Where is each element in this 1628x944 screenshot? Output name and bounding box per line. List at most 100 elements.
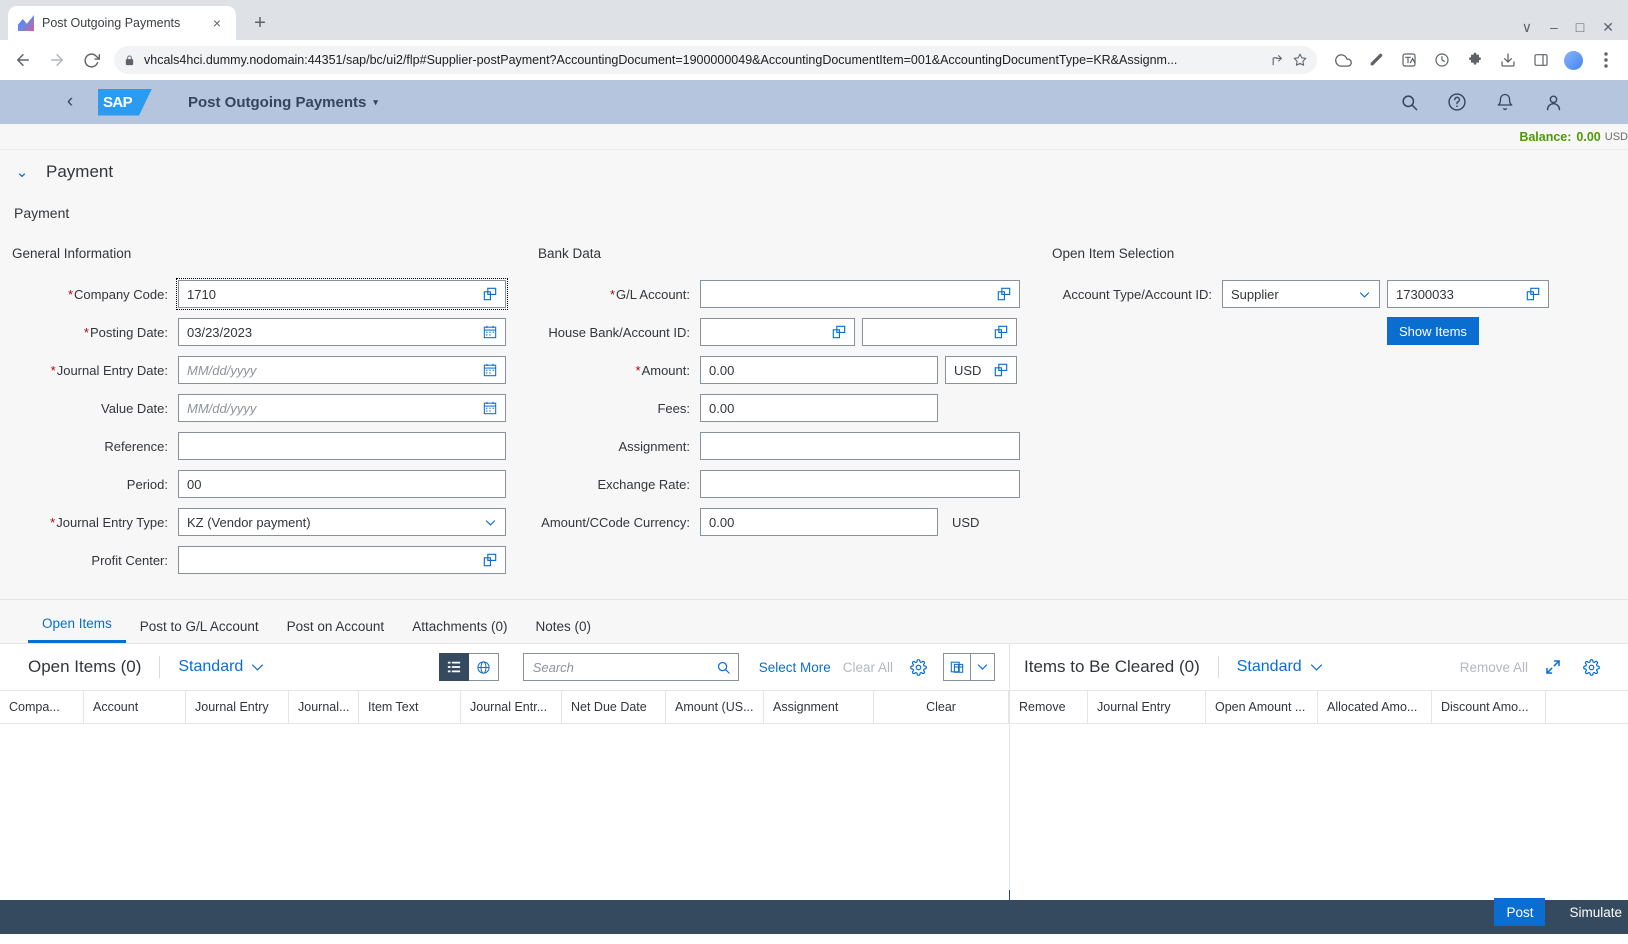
fees-input[interactable]: 0.00: [700, 394, 938, 422]
chevron-down-icon[interactable]: ⌄: [14, 163, 30, 181]
open-items-variant-selector[interactable]: Standard: [178, 658, 264, 676]
chevron-down-icon[interactable]: [1355, 288, 1373, 301]
tab-open-items[interactable]: Open Items: [28, 616, 126, 643]
translate-icon[interactable]: [1399, 49, 1419, 71]
value-date-input[interactable]: MM/dd/yyyy: [178, 394, 506, 422]
chevron-down-icon[interactable]: [971, 653, 995, 681]
amount-input[interactable]: 0.00: [700, 356, 938, 384]
value-help-icon[interactable]: [995, 287, 1013, 301]
address-bar[interactable]: vhcals4hci.dummy.nodomain:44351/sap/bc/u…: [114, 46, 1317, 74]
list-view-icon[interactable]: [438, 653, 469, 681]
column-header-item-text[interactable]: Item Text: [359, 691, 461, 723]
calendar-icon[interactable]: [481, 401, 499, 415]
shell-title[interactable]: Post Outgoing Payments ▾: [188, 94, 378, 111]
tab-post-to-gl-account[interactable]: Post to G/L Account: [126, 619, 273, 643]
value-help-icon[interactable]: [1524, 287, 1542, 301]
column-header-assignment[interactable]: Assignment: [764, 691, 874, 723]
tab-post-on-account[interactable]: Post on Account: [273, 619, 399, 643]
profit-center-input[interactable]: [178, 546, 506, 574]
value-help-icon[interactable]: [992, 363, 1010, 377]
account-type-select[interactable]: Supplier: [1222, 280, 1380, 308]
gear-icon[interactable]: [905, 654, 931, 680]
column-header-allocated-amount[interactable]: Allocated Amo...: [1318, 691, 1432, 723]
house-bank-input[interactable]: [700, 318, 855, 346]
journal-entry-type-select[interactable]: KZ (Vendor payment): [178, 508, 506, 536]
value-help-icon[interactable]: [481, 553, 499, 567]
help-icon[interactable]: [1446, 91, 1468, 113]
account-id-value-input[interactable]: 17300033: [1387, 280, 1549, 308]
sap-logo-text: SAP: [103, 93, 133, 111]
column-header-net-due-date[interactable]: Net Due Date: [562, 691, 666, 723]
column-header-open-amount[interactable]: Open Amount ...: [1206, 691, 1318, 723]
close-window-icon[interactable]: ✕: [1602, 20, 1614, 34]
chevron-down-icon[interactable]: ▾: [373, 97, 378, 108]
posting-date-input[interactable]: 03/23/2023: [178, 318, 506, 346]
show-items-button[interactable]: Show Items: [1387, 317, 1479, 345]
column-header-amount-usd[interactable]: Amount (US...: [666, 691, 764, 723]
clock-history-icon[interactable]: [1432, 49, 1452, 71]
select-more-button[interactable]: Select More: [759, 660, 831, 675]
calendar-icon[interactable]: [481, 325, 499, 339]
post-button[interactable]: Post: [1494, 898, 1546, 926]
chevron-down-icon[interactable]: [1310, 663, 1323, 672]
account-id-input[interactable]: [862, 318, 1017, 346]
calendar-icon[interactable]: [481, 363, 499, 377]
user-account-icon[interactable]: [1542, 91, 1564, 113]
maximize-icon[interactable]: □: [1576, 20, 1584, 34]
search-icon[interactable]: [1398, 91, 1420, 113]
share-icon[interactable]: [1271, 54, 1284, 67]
simulate-button[interactable]: Simulate: [1563, 905, 1628, 920]
browser-tab[interactable]: Post Outgoing Payments ×: [8, 6, 236, 40]
expand-fullscreen-icon[interactable]: [1540, 654, 1566, 680]
gear-icon[interactable]: [1578, 654, 1604, 680]
new-tab-button[interactable]: +: [246, 9, 274, 37]
globe-view-icon[interactable]: [468, 653, 499, 681]
amount-ccode-input[interactable]: 0.00: [700, 508, 938, 536]
amount-currency-input[interactable]: USD: [945, 356, 1017, 384]
column-header-journal-entry[interactable]: Journal Entry: [1088, 691, 1206, 723]
shell-back-button[interactable]: ‹: [56, 88, 84, 116]
company-code-input[interactable]: 1710: [176, 278, 508, 310]
cloud-icon[interactable]: [1333, 49, 1353, 71]
search-icon[interactable]: [716, 660, 731, 675]
exchange-rate-input[interactable]: [700, 470, 1020, 498]
gl-account-input[interactable]: [700, 280, 1020, 308]
more-menu-icon[interactable]: [1596, 49, 1616, 71]
journal-entry-date-input[interactable]: MM/dd/yyyy: [178, 356, 506, 384]
value-help-icon[interactable]: [830, 325, 848, 339]
profile-avatar-icon[interactable]: [1564, 50, 1583, 70]
column-header-journal-entry[interactable]: Journal Entry: [186, 691, 289, 723]
assignment-input[interactable]: [700, 432, 1020, 460]
payment-section-header[interactable]: ⌄ Payment: [0, 150, 1628, 194]
sidebar-icon[interactable]: [1531, 49, 1551, 71]
value-help-icon[interactable]: [481, 287, 499, 301]
minimize-icon[interactable]: –: [1550, 20, 1558, 34]
tab-attachments[interactable]: Attachments (0): [398, 619, 521, 643]
items-cleared-variant-selector[interactable]: Standard: [1237, 658, 1323, 676]
reload-icon[interactable]: [80, 49, 102, 71]
chevron-down-icon[interactable]: ∨: [1522, 20, 1532, 34]
column-header-company-code[interactable]: Compa...: [0, 691, 84, 723]
column-header-remove[interactable]: Remove: [1010, 691, 1088, 723]
column-header-account[interactable]: Account: [84, 691, 186, 723]
chevron-down-icon[interactable]: [251, 663, 264, 672]
search-input[interactable]: Search: [522, 653, 739, 681]
column-header-discount-amount[interactable]: Discount Amo...: [1432, 691, 1546, 723]
notifications-bell-icon[interactable]: [1494, 91, 1516, 113]
extension-pen-icon[interactable]: [1366, 49, 1386, 71]
column-header-journal-item[interactable]: Journal...: [289, 691, 359, 723]
tab-notes[interactable]: Notes (0): [521, 619, 605, 643]
sap-logo-icon[interactable]: SAP: [98, 88, 152, 116]
column-header-clear[interactable]: Clear: [874, 691, 1009, 723]
close-icon[interactable]: ×: [208, 14, 226, 32]
download-icon[interactable]: [1498, 49, 1518, 71]
bookmark-star-icon[interactable]: [1293, 53, 1307, 67]
chevron-down-icon[interactable]: [481, 516, 499, 529]
column-header-journal-entry-date[interactable]: Journal Entr...: [461, 691, 562, 723]
value-help-icon[interactable]: [992, 325, 1010, 339]
back-icon[interactable]: [12, 49, 34, 71]
table-export-icon[interactable]: [943, 653, 971, 681]
reference-input[interactable]: [178, 432, 506, 460]
period-input[interactable]: 00: [178, 470, 506, 498]
puzzle-extensions-icon[interactable]: [1465, 49, 1485, 71]
